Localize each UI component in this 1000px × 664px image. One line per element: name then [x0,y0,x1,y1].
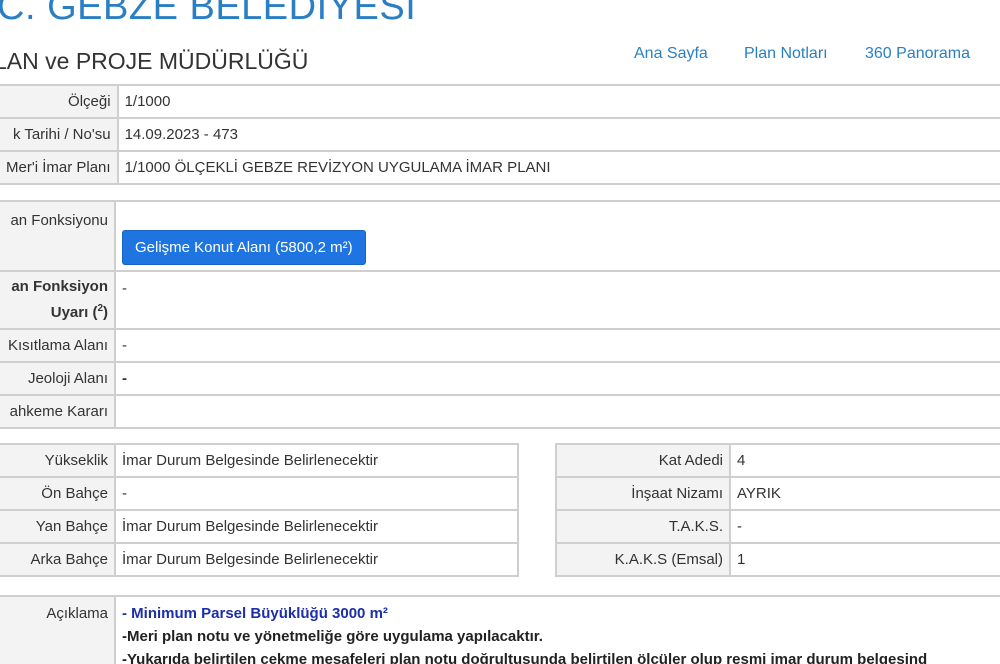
floor-count-label: Kat Adedi [555,443,731,478]
construction-order-value: AYRIK [729,476,1000,511]
height-value: İmar Durum Belgesinde Belirlenecektir [114,443,519,478]
table-row: Yan Bahçe İmar Durum Belgesinde Belirlen… [0,509,519,544]
table-row: Ölçeği 1/1000 [0,84,1000,119]
warning-label-line2: Uyarı ( [50,304,98,321]
function-label: an Fonksiyonu [0,200,116,272]
front-yard-label: Ön Bahçe [0,476,116,511]
height-label: Yükseklik [0,443,116,478]
restriction-label: Kısıtlama Alanı [0,328,116,363]
scale-value: 1/1000 [116,84,1000,119]
function-warning-value: - [114,270,1000,330]
zoning-plan-value: 1/1000 ÖLÇEKLİ GEBZE REVİZYON UYGULAMA İ… [116,150,1000,185]
rear-yard-value: İmar Durum Belgesinde Belirlenecektir [114,542,519,577]
description-line: - Minimum Parsel Büyüklüğü 3000 m² [122,605,388,622]
court-decision-value [114,394,1000,429]
function-area-button[interactable]: Gelişme Konut Alanı (5800,2 m²) [122,230,366,265]
taks-label: T.A.K.S. [555,509,731,544]
floor-count-value: 4 [729,443,1000,478]
table-row: Kısıtlama Alanı - [0,328,1000,363]
description-value: - Minimum Parsel Büyüklüğü 3000 m² -Meri… [114,595,1000,664]
table-row: k Tarihi / No'su 14.09.2023 - 473 [0,117,1000,152]
zoning-plan-label: Mer'i İmar Planı [0,150,119,185]
table-row: K.A.K.S (Emsal) 1 [555,542,1000,577]
kaks-value: 1 [729,542,1000,577]
construction-order-label: İnşaat Nizamı [555,476,731,511]
description-label: Açıklama [0,595,116,664]
front-yard-value: - [114,476,519,511]
table-row: an Fonksiyonu Gelişme Konut Alanı (5800,… [0,200,1000,272]
rear-yard-label: Arka Bahçe [0,542,116,577]
table-row: Yükseklik İmar Durum Belgesinde Belirlen… [0,443,519,478]
page-header: .C. GEBZE BELEDİYESİ LAN ve PROJE MÜDÜRL… [0,0,1000,88]
setback-table: Yükseklik İmar Durum Belgesinde Belirlen… [0,443,519,577]
table-row: Açıklama - Minimum Parsel Büyüklüğü 3000… [0,595,1000,664]
warning-label-line1: an Fonksiyon [11,278,108,295]
table-row: Ön Bahçe - [0,476,519,511]
table-row: an Fonksiyon Uyarı (2) - [0,270,1000,330]
description-table: Açıklama - Minimum Parsel Büyüklüğü 3000… [0,595,1000,664]
approval-date-label: k Tarihi / No'su [0,117,119,152]
table-row: Jeoloji Alanı - [0,361,1000,396]
approval-date-value: 14.09.2023 - 473 [116,117,1000,152]
building-table: Kat Adedi 4 İnşaat Nizamı AYRIK T.A.K.S.… [555,443,1000,577]
nav-plan-notes-link[interactable]: Plan Notları [744,45,828,63]
side-yard-value: İmar Durum Belgesinde Belirlenecektir [114,509,519,544]
taks-value: - [729,509,1000,544]
table-row: T.A.K.S. - [555,509,1000,544]
restriction-value: - [114,328,1000,363]
geology-label: Jeoloji Alanı [0,361,116,396]
nav-panorama-link[interactable]: 360 Panorama [865,45,970,63]
org-title: .C. GEBZE BELEDİYESİ [0,0,417,28]
plan-info-table: Ölçeği 1/1000 k Tarihi / No'su 14.09.202… [0,84,1000,185]
kaks-label: K.A.K.S (Emsal) [555,542,731,577]
geology-value: - [114,361,1000,396]
court-decision-label: ahkeme Kararı [0,394,116,429]
function-warning-label: an Fonksiyon Uyarı (2) [0,270,116,330]
nav-home-link[interactable]: Ana Sayfa [634,45,708,63]
table-row: Mer'i İmar Planı 1/1000 ÖLÇEKLİ GEBZE RE… [0,150,1000,185]
table-row: ahkeme Kararı [0,394,1000,429]
table-row: İnşaat Nizamı AYRIK [555,476,1000,511]
table-row: Arka Bahçe İmar Durum Belgesinde Belirle… [0,542,519,577]
warning-label-close: ) [103,304,108,321]
side-yard-label: Yan Bahçe [0,509,116,544]
function-value-cell: Gelişme Konut Alanı (5800,2 m²) [114,200,1000,272]
table-row: Kat Adedi 4 [555,443,1000,478]
scale-label: Ölçeği [0,84,119,119]
description-line: -Yukarıda belirtilen çekme mesafeleri pl… [122,651,928,664]
function-table: an Fonksiyonu Gelişme Konut Alanı (5800,… [0,200,1000,429]
description-line: -Meri plan notu ve yönetmeliğe göre uygu… [122,628,543,645]
department-title: LAN ve PROJE MÜDÜRLÜĞÜ [0,48,309,74]
